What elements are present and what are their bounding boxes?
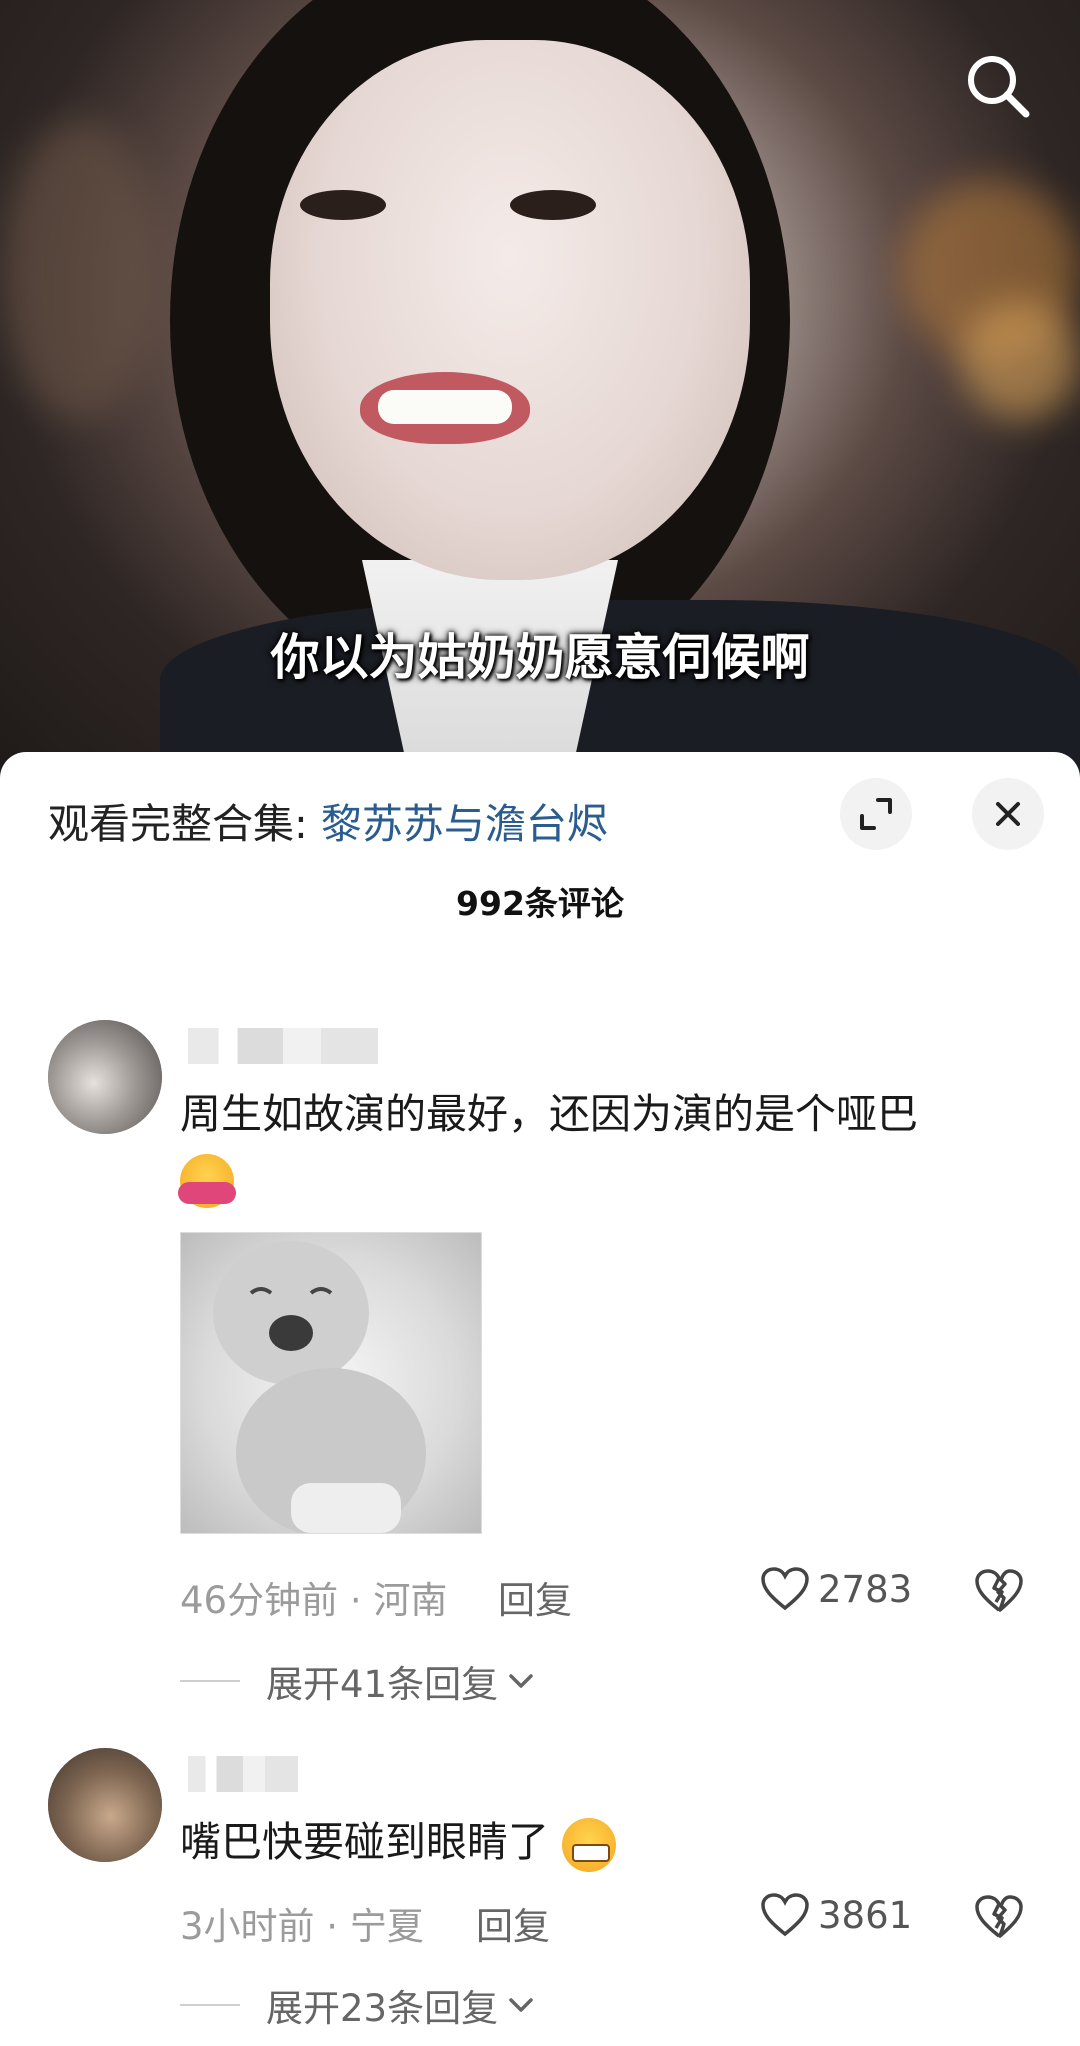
- laughing-baby-image: [213, 1241, 426, 1533]
- avatar[interactable]: [48, 1020, 162, 1134]
- reply-button[interactable]: 回复: [476, 1896, 550, 1950]
- comment-text-content: 周生如故演的最好，还因为演的是个哑巴: [180, 1090, 918, 1138]
- reply-button[interactable]: 回复: [498, 1570, 572, 1624]
- search-button[interactable]: [962, 50, 1034, 122]
- grin-teeth: [572, 1844, 611, 1862]
- username-blurred[interactable]: [188, 1756, 298, 1792]
- comment-count: 992条评论: [456, 884, 624, 923]
- divider-line: [180, 1680, 240, 1682]
- divider-line: [180, 2004, 240, 2006]
- expand-replies-button[interactable]: 展开23条回复: [180, 1978, 538, 2032]
- heart-icon: [761, 1567, 809, 1611]
- broken-heart-icon: [975, 1895, 1023, 1938]
- hugging-hands: [178, 1182, 236, 1204]
- video-player[interactable]: 你以为姑奶奶愿意伺候啊: [0, 0, 1080, 780]
- dislike-button[interactable]: [974, 1894, 1024, 1944]
- comment-sheet: 观看完整合集: 黎苏苏与澹台烬 992条评论 周生如故演的最好，还因为演的是个哑…: [0, 752, 1080, 2046]
- comment-emoji-line: [178, 1146, 236, 1210]
- comment-image[interactable]: [180, 1232, 482, 1534]
- avatar-image: [48, 1020, 162, 1134]
- avatar[interactable]: [48, 1748, 162, 1862]
- hugging-face-emoji: [178, 1154, 236, 1208]
- close-button[interactable]: [972, 778, 1044, 850]
- like-button[interactable]: 2783: [760, 1566, 912, 1612]
- comment-text-content: 嘴巴快要碰到眼睛了: [180, 1818, 549, 1866]
- expand-icon: [860, 798, 892, 830]
- comment-text: 嘴巴快要碰到眼睛了: [180, 1810, 617, 1874]
- comment-meta: 46分钟前 · 河南: [180, 1579, 448, 1622]
- chevron-down-icon: [509, 1998, 533, 2012]
- collection-link-row[interactable]: 观看完整合集: 黎苏苏与澹台烬: [48, 790, 608, 850]
- comment-meta: 3小时前 · 宁夏: [180, 1905, 424, 1948]
- like-button[interactable]: 3861: [760, 1892, 912, 1938]
- chevron-down-icon: [509, 1674, 533, 1688]
- like-count: 2783: [818, 1567, 913, 1611]
- background-bokeh: [960, 300, 1080, 420]
- avatar-image: [48, 1748, 162, 1862]
- dislike-button[interactable]: [974, 1568, 1024, 1618]
- collection-link[interactable]: 黎苏苏与澹台烬: [321, 800, 608, 848]
- heart-icon: [761, 1893, 809, 1937]
- username-blurred[interactable]: [188, 1028, 378, 1064]
- broken-heart-icon: [975, 1569, 1023, 1612]
- background-bokeh: [0, 120, 160, 420]
- close-icon: [996, 802, 1020, 826]
- actress-face: [270, 40, 750, 580]
- like-count: 3861: [818, 1893, 913, 1937]
- collection-prefix: 观看完整合集:: [48, 800, 321, 848]
- grinning-face-emoji: [562, 1818, 617, 1872]
- left-eye: [300, 190, 386, 220]
- right-eye: [510, 190, 596, 220]
- teeth: [378, 390, 512, 424]
- expand-replies-label: 展开23条回复: [266, 1987, 499, 2030]
- expand-replies-label: 展开41条回复: [266, 1663, 499, 1706]
- expand-button[interactable]: [840, 778, 912, 850]
- expand-replies-button[interactable]: 展开41条回复: [180, 1654, 538, 1708]
- search-icon: [968, 56, 1030, 118]
- comment-text: 周生如故演的最好，还因为演的是个哑巴: [180, 1082, 918, 1146]
- video-subtitle: 你以为姑奶奶愿意伺候啊: [270, 629, 810, 686]
